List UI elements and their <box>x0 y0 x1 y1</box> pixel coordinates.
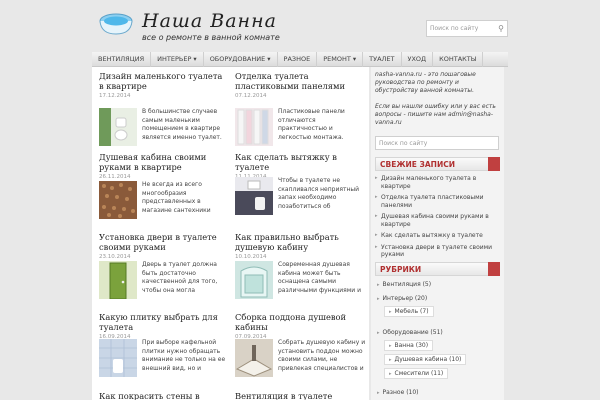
heading-ribbon-icon <box>488 157 500 171</box>
category-link[interactable]: Интерьер (20) <box>377 295 428 302</box>
post-date: 17.12.2014 <box>99 93 131 99</box>
post-thumbnail[interactable] <box>99 339 137 377</box>
bathtub-logo-icon[interactable] <box>99 12 133 36</box>
recent-posts-list: Дизайн маленького туалета в квартире Отд… <box>375 175 503 263</box>
post-title[interactable]: Какую плитку выбрать для туалета <box>99 312 229 332</box>
post-title[interactable]: Дизайн маленького туалета в квартире <box>99 71 229 91</box>
nav-item-misc[interactable]: Разное <box>278 51 318 67</box>
post-card: Как правильно выбрать душевую кабину 10.… <box>235 232 365 299</box>
post-title[interactable]: Отделка туалета пластиковыми панелями <box>235 71 365 91</box>
recent-posts-heading: Свежие записи <box>375 157 500 171</box>
recent-post-link[interactable]: Душевая кабина своими руками в квартире <box>375 213 503 228</box>
sidebar-intro-text: nasha-vanna.ru - это пошаговые руководст… <box>375 71 476 94</box>
site-subtitle: все о ремонте в ванной комнате <box>142 33 280 42</box>
category-link[interactable]: Разное (10) <box>377 389 419 396</box>
category-link[interactable]: Оборудование (51) <box>377 329 443 336</box>
post-date: 23.10.2014 <box>99 254 131 260</box>
post-date: 26.11.2014 <box>99 174 131 180</box>
post-date: 07.12.2014 <box>235 93 267 99</box>
recent-post-link[interactable]: Установка двери в туалете своими руками <box>375 244 503 259</box>
post-card: Какую плитку выбрать для туалета 16.09.2… <box>99 312 229 377</box>
recent-post-link[interactable]: Дизайн маленького туалета в квартире <box>375 175 503 190</box>
post-title[interactable]: Вентиляция в туалете частного <box>235 391 365 400</box>
post-card: Как сделать вытяжку в туалете 11.11.2014… <box>235 152 365 215</box>
post-excerpt: В большинстве случаев самым маленьким по… <box>142 108 222 141</box>
recent-post-link[interactable]: Как сделать вытяжку в туалете <box>375 232 503 240</box>
post-card: Дизайн маленького туалета в квартире 17.… <box>99 71 229 146</box>
category-link[interactable]: Вентиляция (5) <box>377 281 432 288</box>
post-title[interactable]: Как правильно выбрать душевую кабину <box>235 232 365 252</box>
header-search-placeholder: Поиск по сайту <box>430 25 479 32</box>
post-card: Сборка поддона душевой кабины 07.09.2014… <box>235 312 365 377</box>
nav-item-ventilation[interactable]: Вентиляция <box>92 51 152 67</box>
recent-posts-title: Свежие записи <box>380 160 456 169</box>
sidebar-intro: nasha-vanna.ru - это пошаговые руководст… <box>375 71 501 127</box>
nav-item-interior[interactable]: Интерьер ▾ <box>151 51 204 67</box>
post-thumbnail[interactable] <box>235 339 273 377</box>
header-search-input[interactable]: Поиск по сайту ⚲ <box>426 20 508 37</box>
post-thumbnail[interactable] <box>99 108 137 146</box>
post-thumbnail[interactable] <box>235 108 273 146</box>
search-icon[interactable]: ⚲ <box>498 24 504 33</box>
post-title[interactable]: Как покрасить стены в туалете <box>99 391 229 400</box>
post-date: 10.10.2014 <box>235 254 267 260</box>
post-card: Отделка туалета пластиковыми панелями 07… <box>235 71 365 146</box>
category-link[interactable]: Душевая кабина (10) <box>384 354 467 365</box>
post-title[interactable]: Как сделать вытяжку в туалете <box>235 152 365 172</box>
nav-item-equipment[interactable]: Оборудование ▾ <box>204 51 278 67</box>
category-link[interactable]: Мебель (7) <box>384 306 434 317</box>
category-link[interactable]: Ванна (30) <box>384 340 434 351</box>
post-excerpt: Пластиковые панели отличаются практичнос… <box>278 108 345 141</box>
main-nav: Вентиляция Интерьер ▾ Оборудование ▾ Раз… <box>92 51 508 67</box>
post-excerpt: Современная душевая кабина может быть ос… <box>278 261 362 294</box>
post-card: Вентиляция в туалете частного <box>235 391 365 400</box>
categories-title: Рубрики <box>380 265 422 274</box>
nav-item-contacts[interactable]: Контакты <box>433 51 484 67</box>
post-card: Как покрасить стены в туалете <box>99 391 229 400</box>
category-link[interactable]: Смесители (11) <box>384 368 449 379</box>
sidebar-contact-text: Если вы нашли ошибку или у вас есть вопр… <box>375 103 496 126</box>
nav-item-care[interactable]: Уход <box>402 51 434 67</box>
recent-post-link[interactable]: Отделка туалета пластиковыми панелями <box>375 194 503 209</box>
post-thumbnail[interactable] <box>235 177 273 215</box>
post-title[interactable]: Душевая кабина своими руками в квартире <box>99 152 229 172</box>
post-card: Установка двери в туалете своими руками … <box>99 232 229 299</box>
post-thumbnail[interactable] <box>99 181 137 219</box>
post-excerpt: Чтобы в туалете не скапливался неприятны… <box>278 177 360 210</box>
post-title[interactable]: Сборка поддона душевой кабины <box>235 312 365 332</box>
post-excerpt: Не всегда из всего многообразия представ… <box>142 181 211 214</box>
post-excerpt: При выборе кафельной плитки нужно обраща… <box>142 339 226 372</box>
post-title[interactable]: Установка двери в туалете своими руками <box>99 232 229 252</box>
sidebar-search-placeholder: Поиск по сайту <box>379 140 428 147</box>
site-title[interactable]: Наша Ванна <box>142 10 277 32</box>
categories-heading: Рубрики <box>375 262 500 276</box>
nav-item-repair[interactable]: Ремонт ▾ <box>317 51 364 67</box>
sidebar-search-input[interactable]: Поиск по сайту <box>375 136 499 150</box>
post-thumbnail[interactable] <box>235 261 273 299</box>
post-excerpt: Дверь в туалет должна быть достаточно ка… <box>142 261 218 294</box>
sidebar: nasha-vanna.ru - это пошаговые руководст… <box>371 67 504 400</box>
post-excerpt: Собрать душевую кабину и установить подд… <box>278 339 366 372</box>
post-card: Душевая кабина своими руками в квартире … <box>99 152 229 219</box>
heading-ribbon-icon <box>488 262 500 276</box>
nav-item-toilet[interactable]: Туалет <box>363 51 402 67</box>
post-thumbnail[interactable] <box>99 261 137 299</box>
post-grid: Дизайн маленького туалета в квартире 17.… <box>92 67 369 400</box>
